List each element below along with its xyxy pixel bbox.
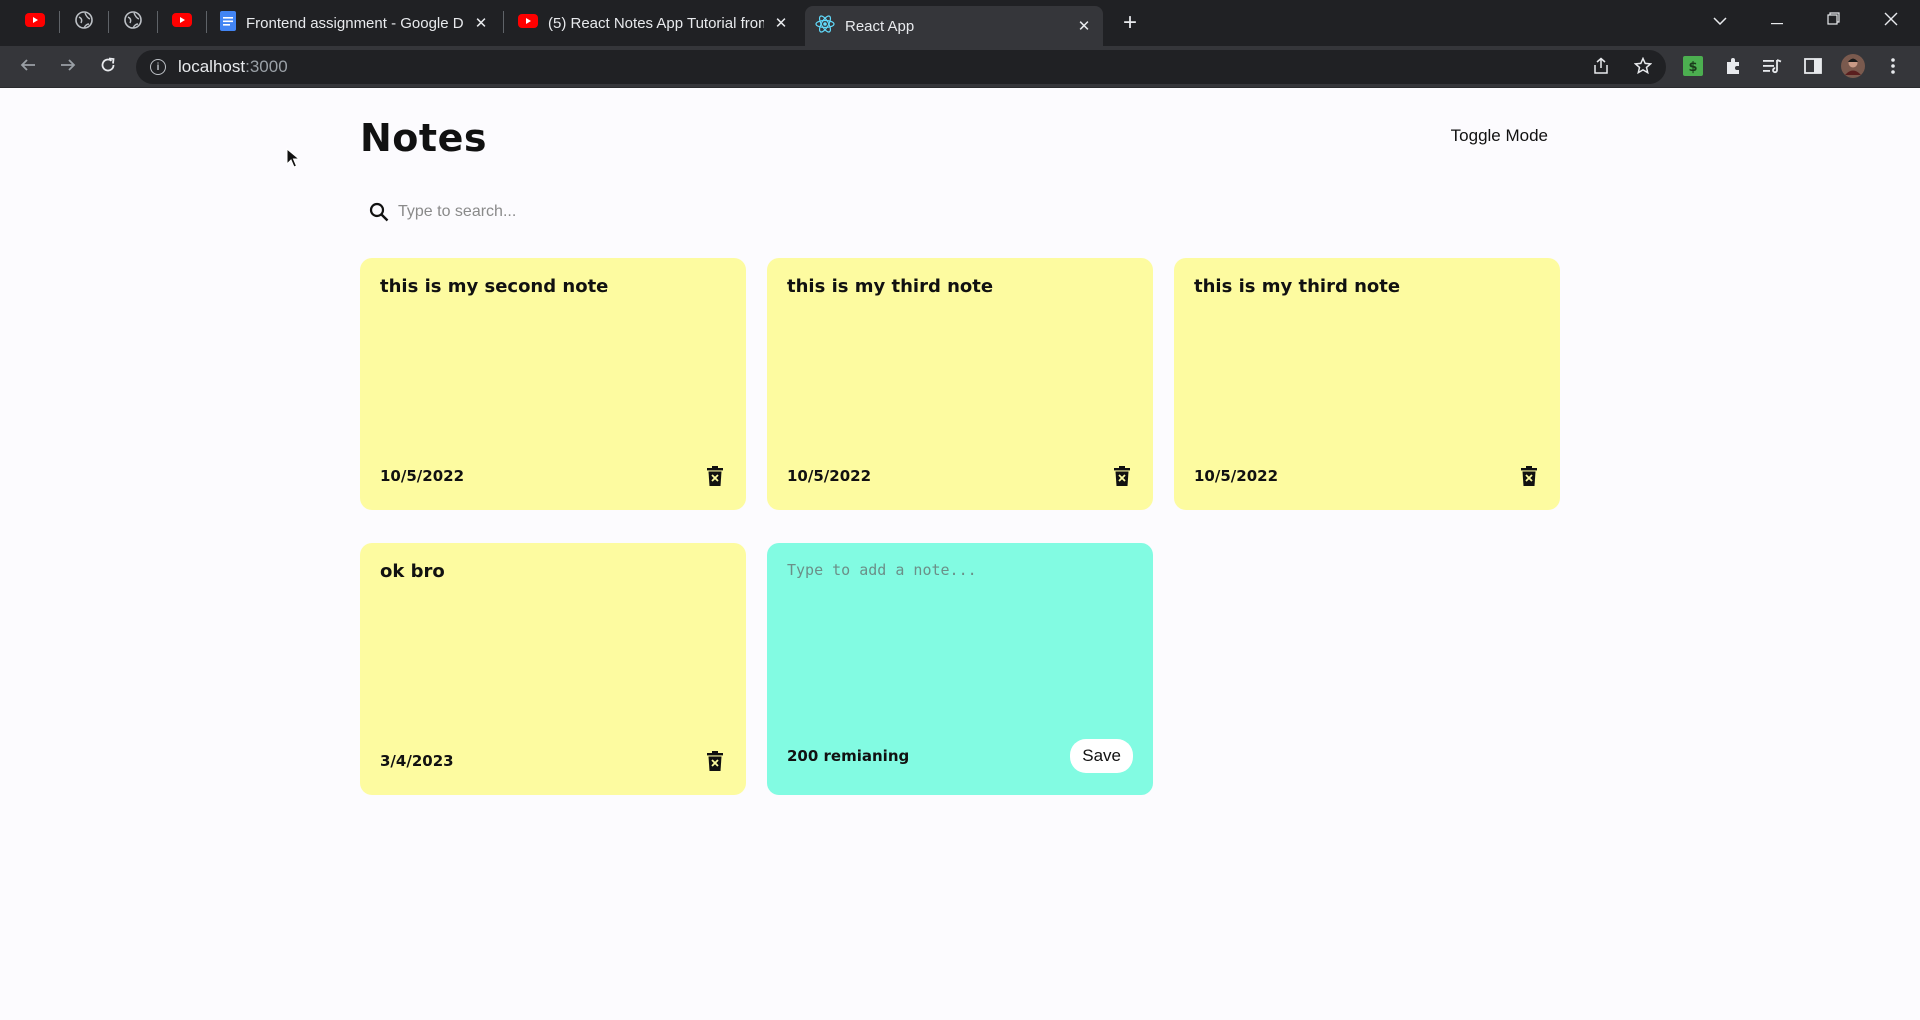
tab-separator	[503, 11, 504, 33]
close-tab-icon[interactable]: ✕	[1075, 17, 1093, 35]
tab-separator	[108, 11, 109, 33]
puzzle-icon	[1724, 57, 1742, 80]
note-footer: 10/5/2022	[787, 464, 1133, 488]
reload-icon	[100, 57, 116, 78]
google-docs-icon	[220, 11, 236, 35]
tab-separator	[157, 11, 158, 33]
tab-title: (5) React Notes App Tutorial from	[548, 14, 764, 32]
restore-icon	[1826, 12, 1840, 30]
tab-frontend-assignment[interactable]: Frontend assignment - Google Do ✕	[210, 6, 500, 40]
dollar-extension-icon: $	[1683, 55, 1703, 81]
svg-text:$: $	[1688, 60, 1697, 75]
note-text: this is my third note	[787, 276, 994, 297]
save-button[interactable]: Save	[1070, 739, 1133, 773]
extensions-button[interactable]	[1719, 54, 1747, 82]
globe-icon	[124, 10, 142, 34]
search-bar	[360, 192, 1560, 232]
tab-separator	[59, 11, 60, 33]
note-text: this is my third note	[1194, 276, 1401, 297]
profile-button[interactable]	[1839, 53, 1867, 83]
note-card: ok bro 3/4/2023	[360, 543, 746, 795]
youtube-icon	[172, 12, 192, 32]
close-icon	[1884, 12, 1898, 31]
media-control-button[interactable]	[1758, 54, 1786, 82]
star-icon	[1633, 56, 1653, 80]
tab-search-button[interactable]	[1705, 8, 1735, 34]
delete-note-icon[interactable]	[1518, 464, 1540, 488]
playlist-icon	[1762, 58, 1782, 79]
delete-note-icon[interactable]	[1111, 464, 1133, 488]
note-date: 10/5/2022	[380, 467, 465, 485]
arrow-left-icon	[20, 57, 36, 78]
tab-title: React App	[845, 17, 915, 35]
bookmark-button[interactable]	[1632, 56, 1654, 80]
minimize-icon	[1771, 12, 1783, 30]
tab-separator	[206, 11, 207, 33]
delete-note-icon[interactable]	[704, 464, 726, 488]
share-icon	[1592, 57, 1610, 80]
globe-icon	[75, 10, 93, 34]
forward-button[interactable]	[54, 53, 82, 81]
close-window-button[interactable]	[1876, 8, 1906, 34]
close-tab-icon[interactable]: ✕	[472, 14, 490, 32]
search-input[interactable]	[398, 203, 998, 221]
note-date: 3/4/2023	[380, 752, 454, 770]
youtube-icon	[518, 14, 538, 32]
note-card: this is my third note 10/5/2022	[767, 258, 1153, 510]
url-text: localhost:3000	[178, 57, 288, 76]
browser-menu-button[interactable]	[1879, 54, 1907, 82]
delete-note-icon[interactable]	[704, 749, 726, 773]
site-info-icon[interactable]: i	[150, 59, 166, 75]
new-note-textarea[interactable]	[787, 561, 1133, 711]
search-icon	[368, 201, 390, 223]
browser-tab-bar: Frontend assignment - Google Do ✕ (5) Re…	[0, 0, 1920, 46]
pinned-tab-globe-1[interactable]	[66, 9, 102, 35]
pinned-tab-globe-2[interactable]	[115, 9, 151, 35]
note-footer: 10/5/2022	[380, 464, 726, 488]
note-footer: 3/4/2023	[380, 749, 726, 773]
characters-remaining: 200 remianing	[787, 747, 910, 765]
close-tab-icon[interactable]: ✕	[772, 14, 790, 32]
back-button[interactable]	[14, 53, 42, 81]
arrow-right-icon	[60, 57, 76, 78]
note-card: this is my second note 10/5/2022	[360, 258, 746, 510]
react-icon	[815, 14, 835, 38]
youtube-icon	[25, 12, 45, 32]
note-text: this is my second note	[380, 276, 609, 297]
tab-react-app[interactable]: React App ✕	[805, 6, 1103, 46]
add-note-footer: 200 remianing Save	[787, 739, 1133, 773]
mouse-cursor-icon	[286, 147, 301, 173]
note-text: ok bro	[380, 561, 445, 582]
page-title: Notes	[360, 116, 487, 160]
pinned-tab-youtube-2[interactable]	[164, 9, 200, 35]
new-tab-button[interactable]: +	[1117, 9, 1143, 36]
address-bar[interactable]: i localhost:3000	[136, 50, 1666, 84]
tab-title: Frontend assignment - Google Do	[246, 14, 464, 32]
side-panel-icon	[1804, 57, 1822, 79]
note-date: 10/5/2022	[1194, 467, 1279, 485]
kebab-menu-icon	[1891, 57, 1895, 79]
reload-button[interactable]	[94, 53, 122, 81]
minimize-button[interactable]	[1762, 8, 1792, 34]
share-button[interactable]	[1590, 57, 1612, 79]
app-header: Notes Toggle Mode	[360, 116, 1560, 166]
note-date: 10/5/2022	[787, 467, 872, 485]
toggle-mode-button[interactable]: Toggle Mode	[1451, 126, 1548, 146]
extension-dollar[interactable]: $	[1679, 54, 1707, 82]
tab-react-notes-tutorial[interactable]: (5) React Notes App Tutorial from ✕	[508, 6, 800, 40]
restore-button[interactable]	[1818, 8, 1848, 34]
note-footer: 10/5/2022	[1194, 464, 1540, 488]
note-card: this is my third note 10/5/2022	[1174, 258, 1560, 510]
side-panel-button[interactable]	[1799, 54, 1827, 82]
pinned-tab-youtube[interactable]	[17, 9, 53, 35]
avatar	[1841, 53, 1865, 83]
chevron-down-icon	[1713, 12, 1727, 30]
add-note-card: 200 remianing Save	[767, 543, 1153, 795]
